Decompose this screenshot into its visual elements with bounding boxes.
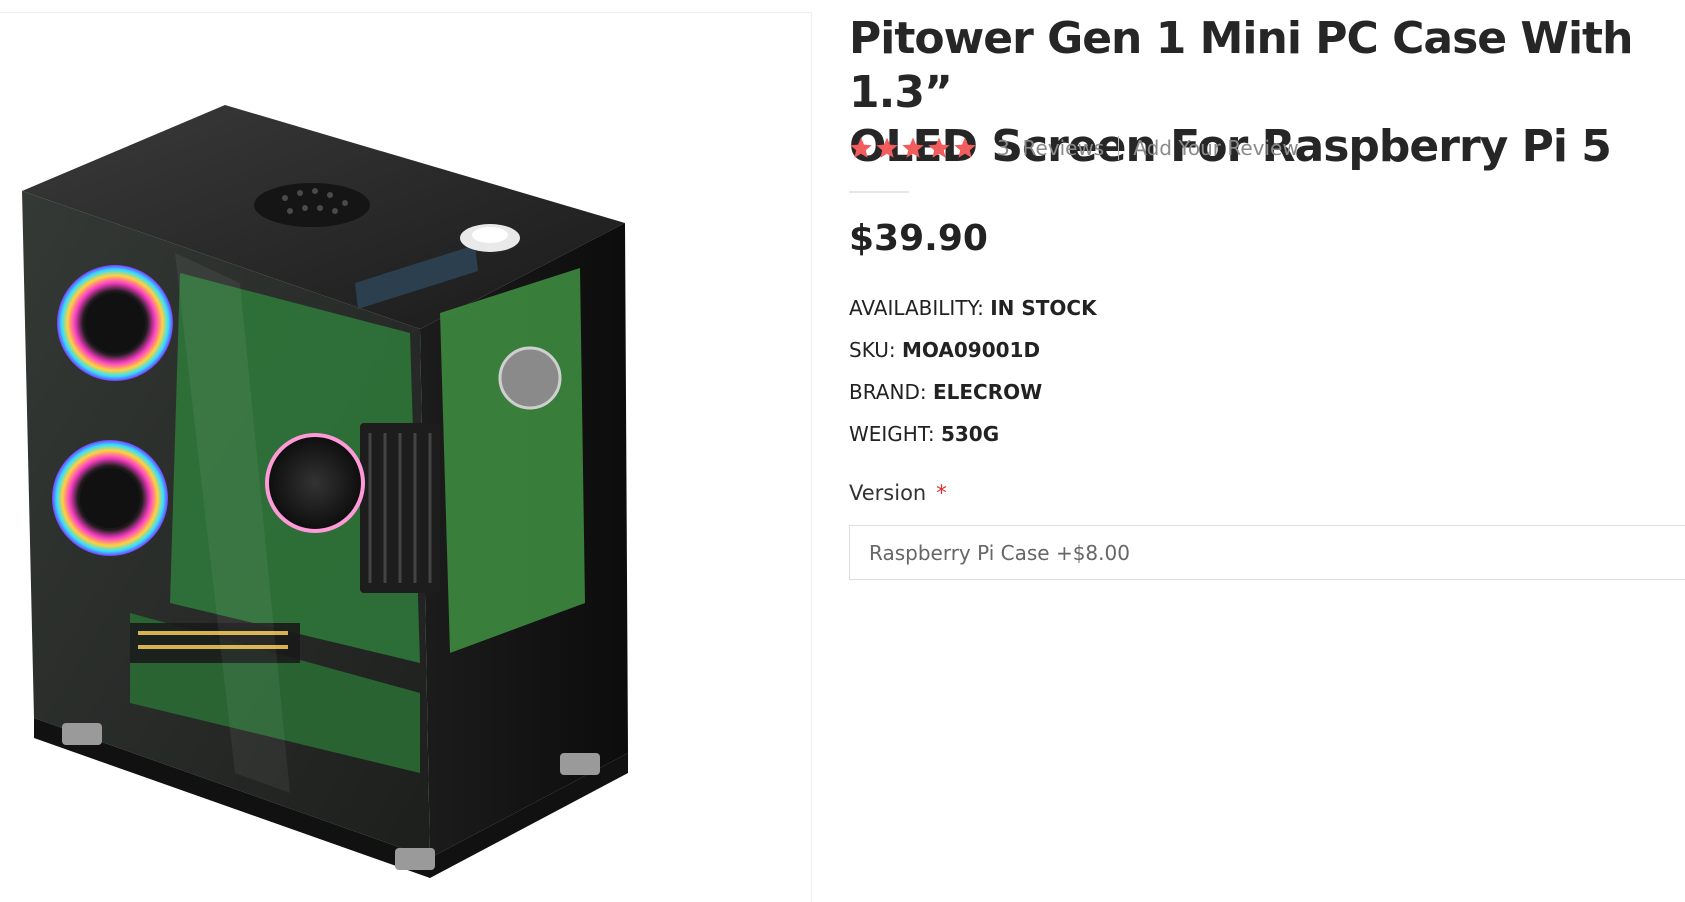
reviews-count: 3 bbox=[997, 136, 1010, 160]
divider bbox=[849, 191, 909, 193]
sku-row: SKU: MOA09001D bbox=[849, 336, 1040, 364]
version-label: Version * bbox=[849, 481, 947, 505]
product-gallery bbox=[0, 12, 812, 902]
rating-summary: 3 Reviews Add Your Review bbox=[849, 132, 1299, 164]
star-icon bbox=[954, 137, 976, 158]
rating-separator bbox=[1118, 136, 1120, 160]
star-icon bbox=[928, 137, 950, 158]
version-select[interactable]: Raspberry Pi Case +$8.00 bbox=[849, 525, 1685, 580]
star-rating bbox=[849, 136, 977, 160]
product-title-line1: Pitower Gen 1 Mini PC Case With 1.3” bbox=[849, 13, 1633, 118]
sku-label: SKU: bbox=[849, 338, 896, 362]
availability-value: IN STOCK bbox=[990, 296, 1097, 320]
weight-label: WEIGHT: bbox=[849, 422, 935, 446]
product-info: Pitower Gen 1 Mini PC Case With 1.3” OLE… bbox=[849, 0, 1685, 902]
star-icon bbox=[902, 137, 924, 158]
weight-row: WEIGHT: 530G bbox=[849, 420, 999, 448]
star-icon bbox=[876, 137, 898, 158]
sku-value: MOA09001D bbox=[902, 338, 1041, 362]
version-selected-value: Raspberry Pi Case +$8.00 bbox=[869, 540, 1130, 565]
availability-label: AVAILABILITY: bbox=[849, 296, 984, 320]
reviews-label: Reviews bbox=[1022, 136, 1105, 160]
required-mark: * bbox=[936, 481, 947, 505]
reviews-link[interactable]: 3 Reviews bbox=[997, 136, 1104, 160]
brand-label: BRAND: bbox=[849, 380, 927, 404]
product-image[interactable] bbox=[0, 13, 812, 902]
product-price: $39.90 bbox=[849, 218, 988, 259]
brand-value: ELECROW bbox=[932, 380, 1043, 404]
availability-row: AVAILABILITY: IN STOCK bbox=[849, 294, 1097, 322]
version-label-text: Version bbox=[849, 481, 927, 505]
star-icon bbox=[850, 137, 872, 158]
weight-value: 530G bbox=[940, 422, 1000, 446]
add-review-link[interactable]: Add Your Review bbox=[1133, 136, 1299, 160]
brand-row: BRAND: ELECROW bbox=[849, 378, 1042, 406]
